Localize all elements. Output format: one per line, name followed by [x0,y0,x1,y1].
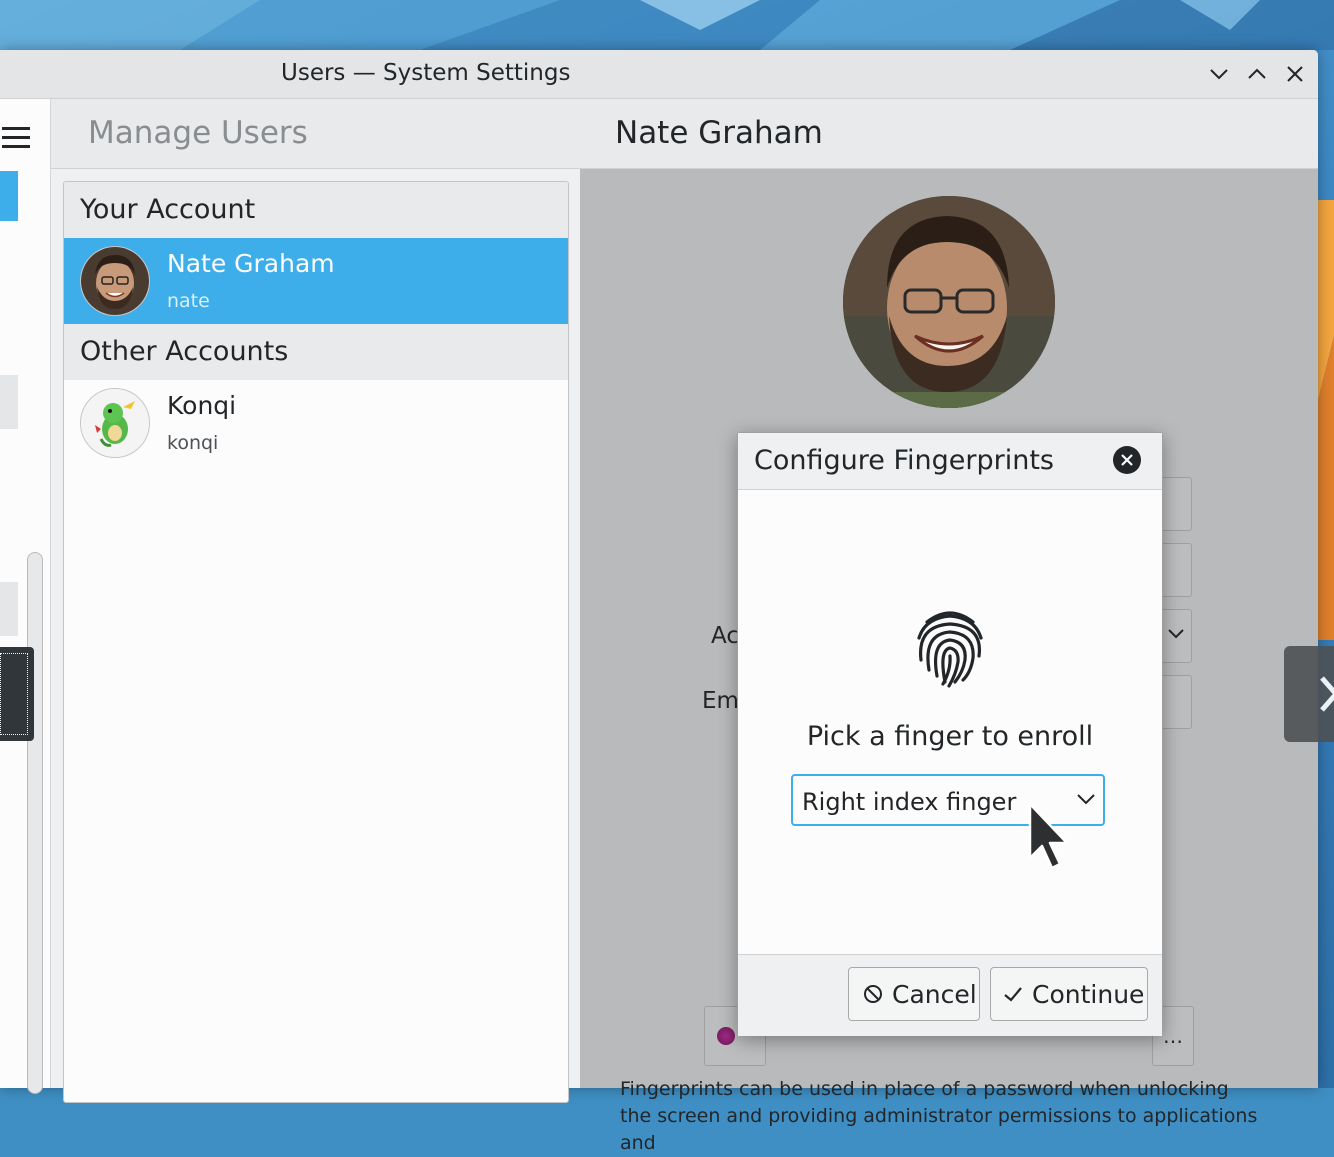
user-login: nate [167,290,210,312]
continue-button[interactable]: Continue [990,967,1148,1021]
sidebar-selected-item[interactable] [0,171,18,221]
dialog-footer: Cancel Continue [738,954,1162,1036]
finger-select-value: Right index finger [802,788,1017,816]
account-type-label: Ac [711,623,739,649]
minimize-icon[interactable] [1205,60,1233,88]
settings-sidebar [0,99,51,1094]
fingerprint-icon [913,608,987,692]
hamburger-menu-icon[interactable] [2,127,30,154]
section-heading-text: Your Account [80,194,256,225]
configure-fingerprints-dialog: Configure Fingerprints Pick a finger to … [737,432,1163,1036]
user-row-nate[interactable]: Nate Graham nate [64,238,568,324]
cancel-label: Cancel [892,979,977,1009]
dialog-header: Configure Fingerprints [738,433,1162,490]
avatar [80,246,150,316]
sidebar-focused-item[interactable] [0,647,34,741]
cancel-button[interactable]: Cancel [848,967,980,1021]
fingerprint-description: Fingerprints can be used in place of a p… [620,1078,1258,1154]
pick-finger-prompt: Pick a finger to enroll [806,721,1094,752]
other-accounts-heading: Other Accounts [64,324,568,380]
close-icon[interactable] [1281,60,1309,88]
user-row-konqi[interactable]: Konqi konqi [64,380,568,466]
manage-users-title: Manage Users [88,115,308,151]
sidebar-item[interactable] [0,582,18,636]
chevron-right-icon [1320,676,1334,712]
title-bar: Users — System Settings [0,50,1318,99]
fingerprint-icon [717,1027,735,1045]
cancel-icon [864,985,882,1003]
sidebar-scrollbar[interactable] [27,552,43,1094]
maximize-icon[interactable] [1243,60,1271,88]
section-heading-text: Other Accounts [80,336,289,367]
user-login: konqi [167,432,219,454]
checkmark-icon [1004,987,1022,1002]
mouse-cursor-icon [1028,802,1072,878]
next-page-button[interactable] [1284,646,1334,742]
continue-label: Continue [1032,979,1145,1009]
sidebar-item[interactable] [0,375,18,429]
user-list: Your Account Nate Graham nate Other Acco… [63,181,569,1103]
chevron-down-icon [1168,629,1184,639]
window-title: Users — System Settings [281,60,571,86]
chevron-down-icon [1077,794,1095,805]
email-label: Em [702,688,739,714]
user-name: Nate Graham [167,249,335,278]
avatar [80,388,150,458]
user-avatar-large[interactable] [843,196,1055,408]
dialog-title: Configure Fingerprints [754,445,1054,476]
user-name: Konqi [167,391,237,420]
your-account-heading: Your Account [64,182,568,238]
selected-user-title: Nate Graham [615,115,823,151]
page-header: Manage Users Nate Graham [51,99,1318,169]
dialog-close-icon[interactable] [1113,446,1141,474]
